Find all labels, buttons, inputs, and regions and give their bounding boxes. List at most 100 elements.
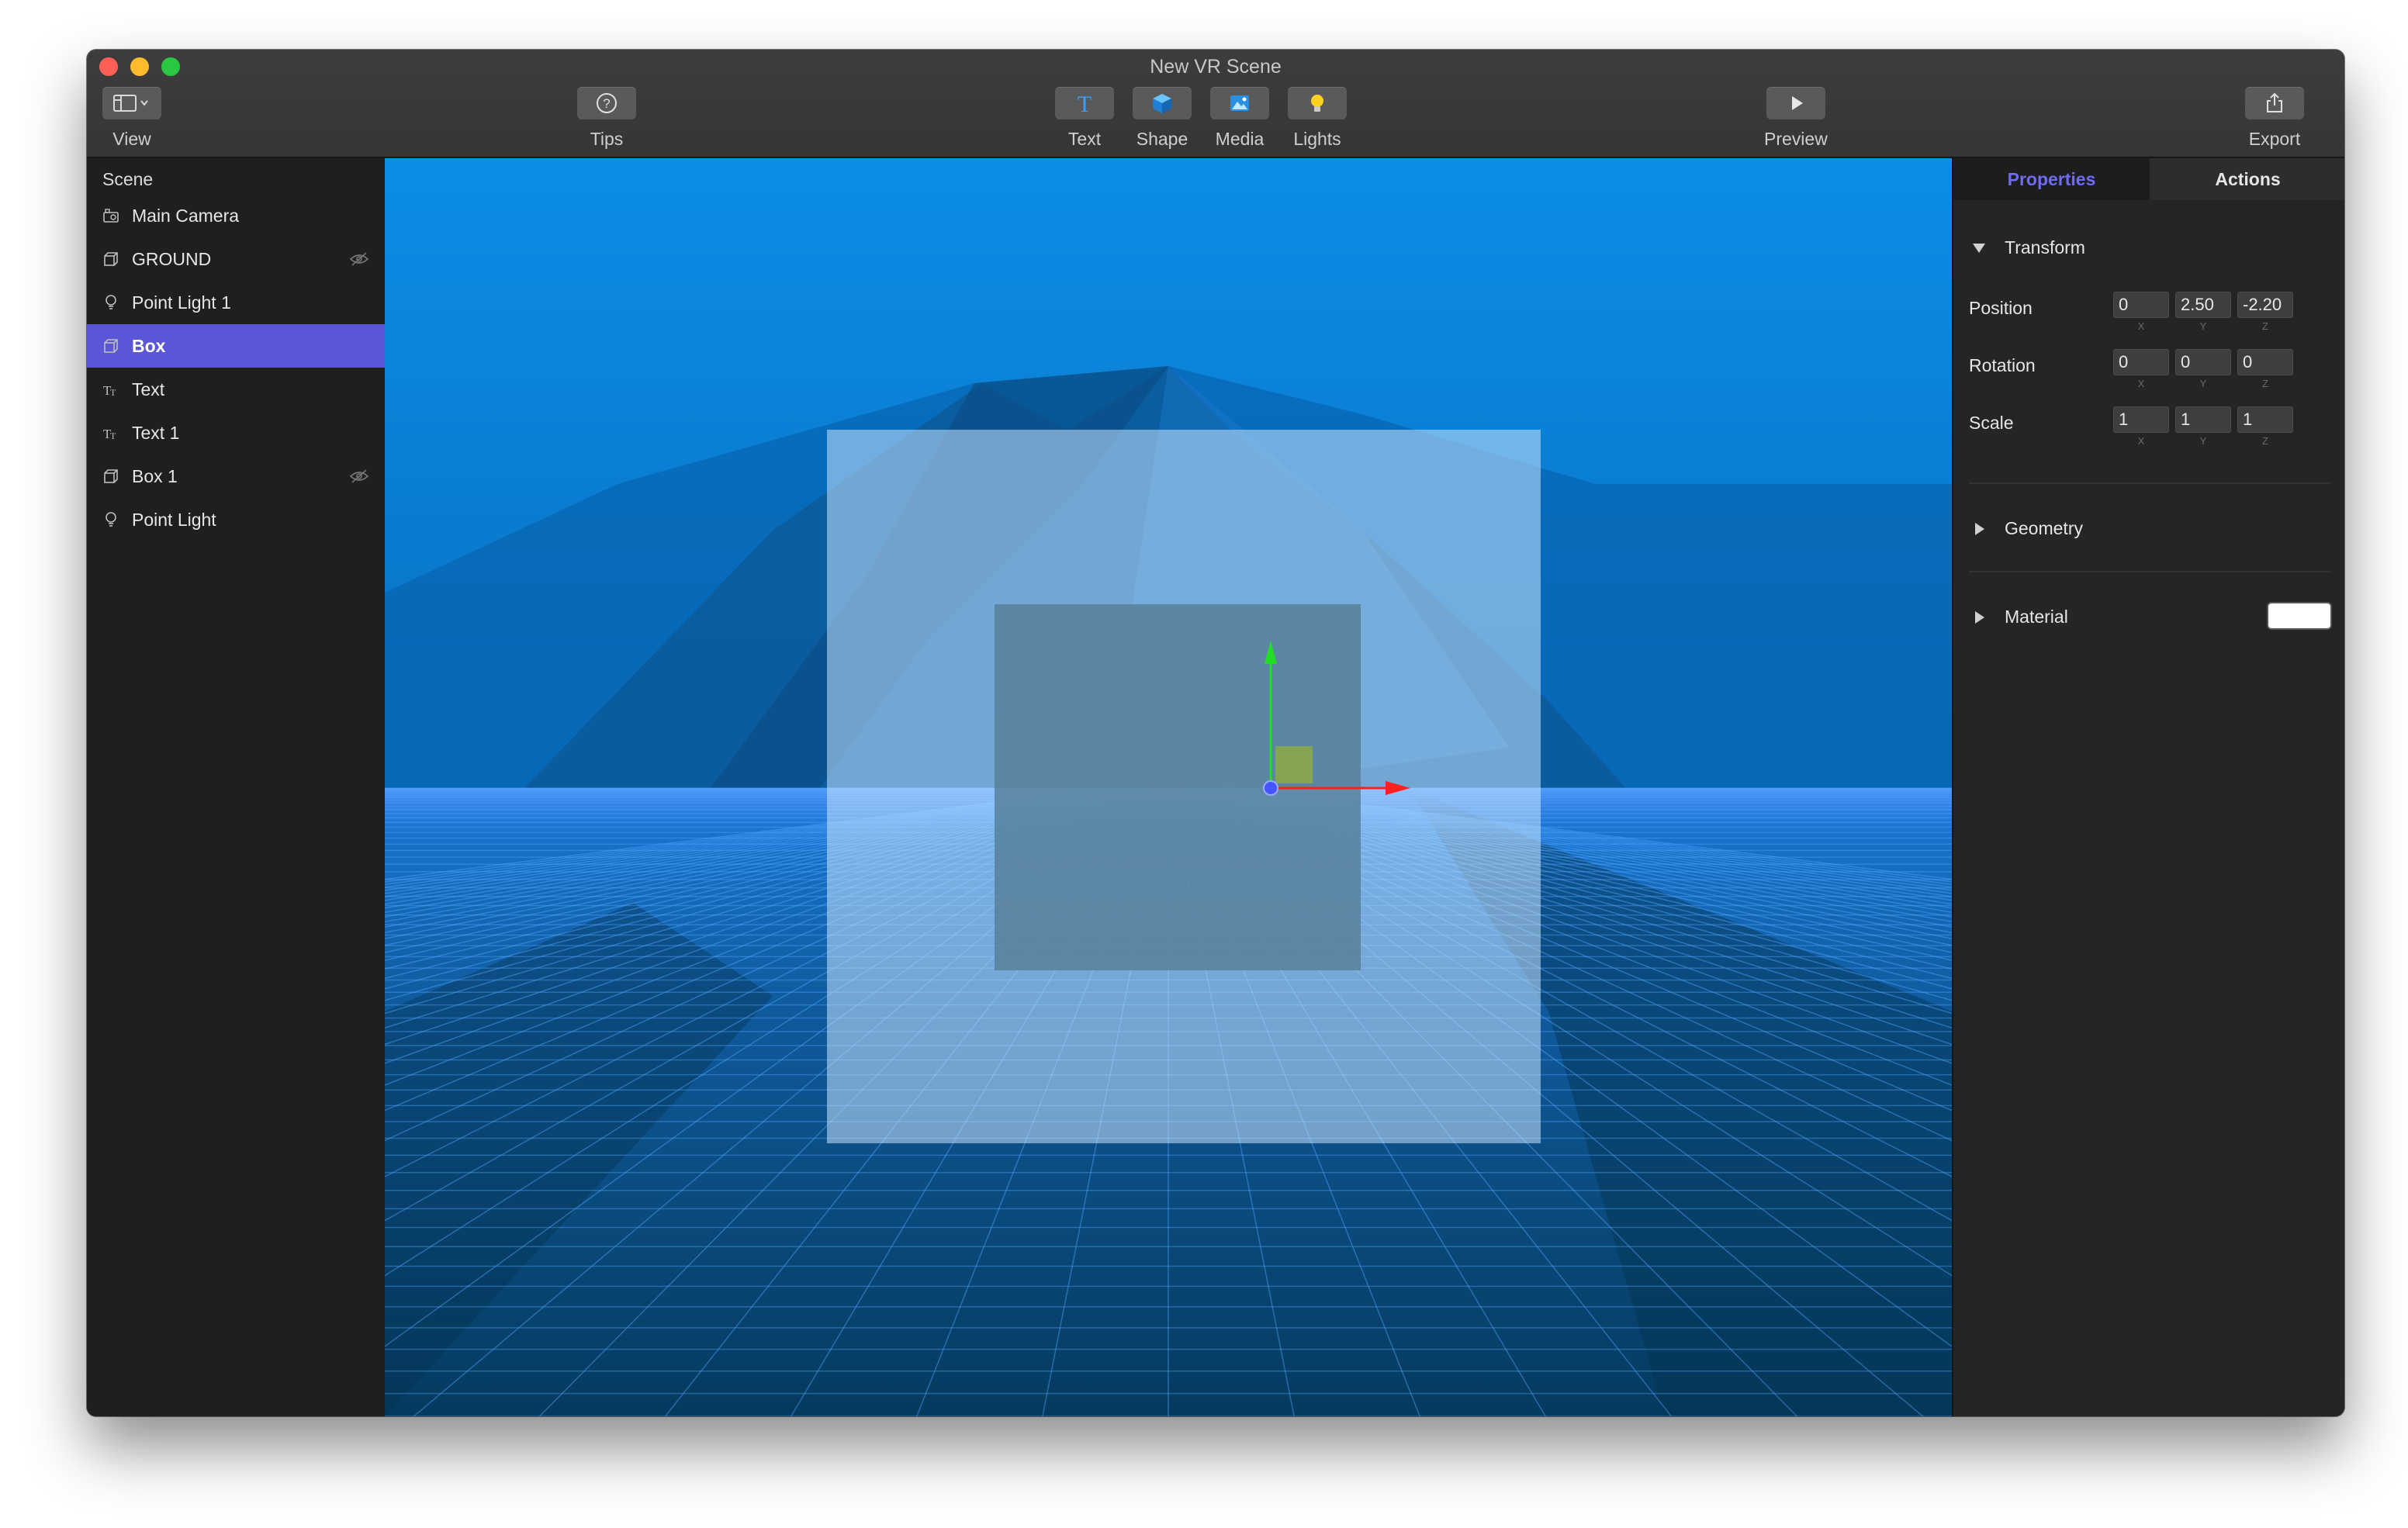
tips-label: Tips	[590, 129, 624, 149]
position-z-field[interactable]: -2.20	[2237, 292, 2293, 318]
sidebar-item-text-1[interactable]: T T Text 1	[87, 411, 385, 455]
section-divider	[1969, 482, 2330, 484]
rotation-y-field[interactable]: 0	[2175, 349, 2231, 375]
material-color-swatch[interactable]	[2268, 603, 2330, 628]
export-label: Export	[2248, 129, 2301, 149]
lights-tool[interactable]: Lights	[1288, 87, 1347, 150]
sidebar-item-box[interactable]: Box	[87, 324, 385, 368]
text-t-icon: T	[1078, 92, 1092, 115]
view-tool[interactable]: View	[102, 87, 161, 150]
sidebar-item-text[interactable]: T T Text	[87, 368, 385, 411]
position-x-field[interactable]: 0	[2113, 292, 2169, 318]
disclosure-closed-icon	[1975, 522, 1984, 535]
disclosure-closed-icon	[1975, 610, 1984, 624]
panel-tabs: Properties Actions	[1953, 158, 2344, 200]
tab-actions[interactable]: Actions	[2150, 158, 2344, 200]
sidebar-item-label: Main Camera	[132, 205, 240, 226]
transform-header[interactable]: Transform	[1953, 237, 2344, 258]
add-light-button[interactable]	[1288, 87, 1347, 119]
svg-text:T: T	[110, 430, 116, 441]
add-shape-button[interactable]	[1133, 87, 1192, 119]
sidebar-item-point-light[interactable]: Point Light	[87, 498, 385, 541]
sidebar-item-ground[interactable]: GROUND	[87, 237, 385, 281]
scale-y-field[interactable]: 1	[2175, 406, 2231, 433]
svg-text:T: T	[110, 387, 116, 398]
preview-button[interactable]	[1766, 87, 1825, 119]
shape-label: Shape	[1136, 129, 1188, 149]
geometry-title: Geometry	[2005, 518, 2083, 538]
scene-viewport[interactable]	[385, 158, 1952, 1416]
sidebar-item-point-light-1[interactable]: Point Light 1	[87, 281, 385, 324]
scale-label: Scale	[1969, 413, 2014, 433]
lightbulb-icon	[1311, 95, 1323, 112]
media-tool[interactable]: Media	[1210, 87, 1269, 150]
sidebar-item-box-1[interactable]: Box 1	[87, 455, 385, 498]
geometry-header[interactable]: Geometry	[1953, 518, 2344, 539]
tips-tool[interactable]: ? Tips	[577, 87, 636, 150]
material-title: Material	[2005, 607, 2068, 627]
app-window: New VR Scene View ? Tips T Text Shape Me…	[87, 50, 2344, 1416]
sidebar-item-label: GROUND	[132, 248, 212, 269]
x-axis-label: X	[2137, 435, 2145, 447]
sidebar-item-label: Text	[132, 379, 165, 399]
text-tool[interactable]: T Text	[1055, 87, 1114, 150]
text-label: Text	[1067, 129, 1102, 149]
cube-icon	[87, 337, 132, 354]
transform-section: Transform	[1953, 237, 2344, 258]
share-icon	[2267, 92, 2282, 112]
sidebar-item-label: Point Light 1	[132, 292, 231, 313]
bulb-icon	[87, 294, 132, 311]
position-label: Position	[1969, 298, 2033, 318]
disclosure-open-icon	[1973, 243, 1985, 253]
scale-z-field[interactable]: 1	[2237, 406, 2293, 433]
add-media-button[interactable]	[1210, 87, 1269, 119]
view-button[interactable]	[102, 87, 161, 119]
view-label: View	[112, 129, 151, 149]
cube-icon	[87, 251, 132, 268]
rotation-row: Rotation 0 X 0 Y 0 Z	[1969, 349, 2299, 389]
tab-properties[interactable]: Properties	[1953, 158, 2150, 200]
rotation-x-field[interactable]: 0	[2113, 349, 2169, 375]
sidebar-item-label: Box	[132, 335, 166, 356]
gizmo-z-handle[interactable]	[1263, 780, 1278, 796]
camera-icon	[87, 207, 132, 224]
visibility-hidden-icon[interactable]	[349, 251, 369, 272]
tips-button[interactable]: ?	[577, 87, 636, 119]
scene-sidebar: Scene Main Camera GROUND Point Light 1 Box T…	[87, 158, 385, 1416]
bulb-icon	[87, 511, 132, 528]
title-bar: New VR Scene View ? Tips T Text Shape Me…	[87, 50, 2344, 158]
properties-panel: Properties Actions Transform Position 0 X…	[1952, 158, 2344, 1416]
section-divider	[1969, 571, 2330, 572]
scale-row: Scale 1 X 1 Y 1 Z	[1969, 406, 2299, 447]
cube-icon	[87, 468, 132, 485]
x-axis-label: X	[2137, 378, 2145, 389]
gizmo-plane-handle[interactable]	[1275, 746, 1313, 783]
sidebar-item-main-camera[interactable]: Main Camera	[87, 194, 385, 237]
sidebar-item-label: Point Light	[132, 509, 216, 530]
position-row: Position 0 X 2.50 Y -2.20 Z	[1969, 292, 2299, 332]
visibility-hidden-icon[interactable]	[349, 468, 369, 489]
rotation-z-field[interactable]: 0	[2237, 349, 2293, 375]
scene-list: Main Camera GROUND Point Light 1 Box T T Text T…	[87, 194, 385, 541]
transform-title: Transform	[2005, 237, 2085, 258]
export-tool[interactable]: Export	[2245, 87, 2304, 150]
scene-canvas[interactable]	[385, 158, 1952, 1416]
lights-label: Lights	[1293, 129, 1341, 149]
y-axis-label: Y	[2199, 378, 2207, 389]
sidebar-layout-icon	[113, 95, 148, 112]
shape-tool[interactable]: Shape	[1133, 87, 1192, 150]
svg-text:T: T	[1078, 92, 1092, 115]
sidebar-item-label: Box 1	[132, 465, 178, 486]
scale-x-field[interactable]: 1	[2113, 406, 2169, 433]
y-axis-label: Y	[2199, 320, 2207, 332]
geometry-section: Geometry	[1953, 518, 2344, 539]
z-axis-label: Z	[2262, 320, 2268, 332]
position-y-field[interactable]: 2.50	[2175, 292, 2231, 318]
svg-text:?: ?	[603, 96, 610, 111]
media-label: Media	[1215, 129, 1265, 149]
add-text-button[interactable]: T	[1055, 87, 1114, 119]
export-button[interactable]	[2245, 87, 2304, 119]
scene-header: Scene	[102, 169, 154, 189]
preview-tool[interactable]: Preview	[1764, 87, 1828, 150]
text-icon: TT	[87, 424, 132, 441]
